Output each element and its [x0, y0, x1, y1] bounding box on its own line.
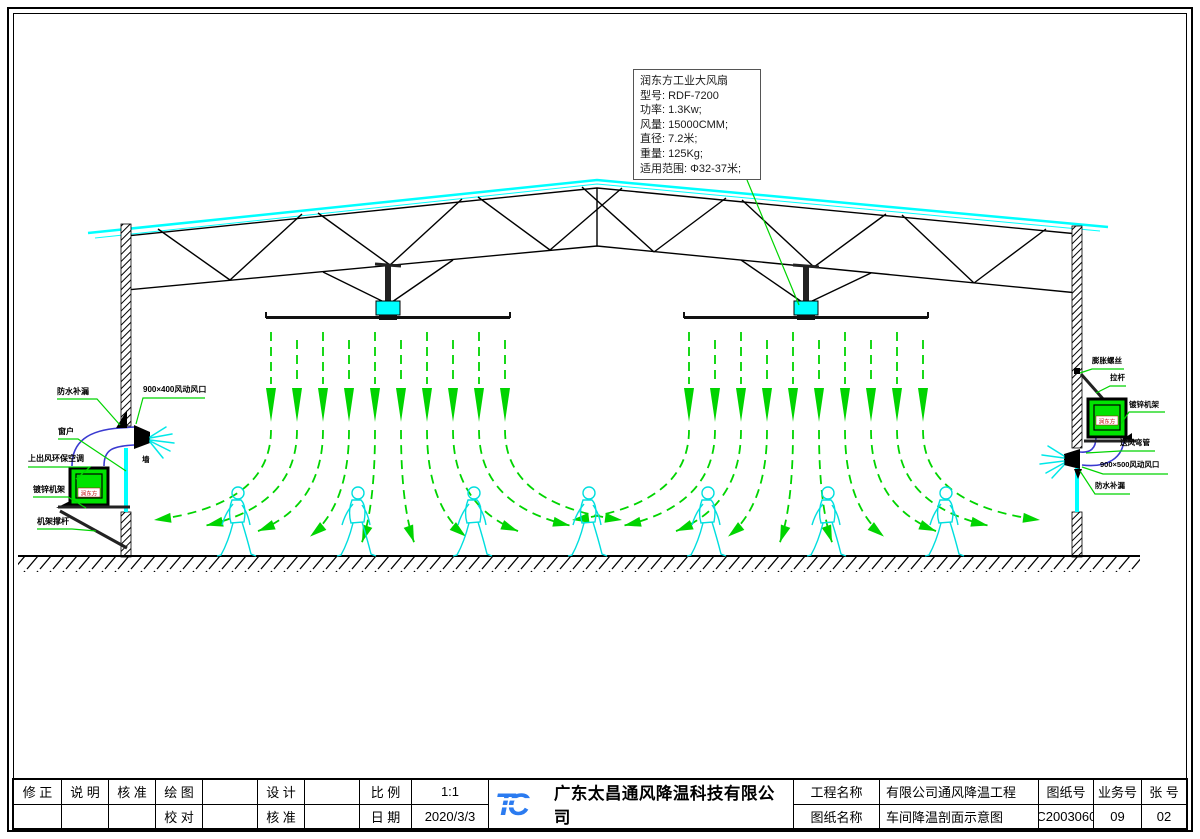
ground — [18, 556, 1140, 572]
tb-sheetno-label: 张 号 — [1142, 780, 1186, 804]
fan-spec-box: 润东方工业大风扇 型号: RDF-7200 功率: 1.3Kw; 风量: 150… — [633, 69, 761, 180]
label-right-outlet: 900×500风动风口 — [1100, 461, 1159, 469]
right-cooler-brand: 润东方 — [1099, 418, 1116, 426]
tb-date-value: 2020/3/3 — [412, 804, 488, 829]
label-right-tie-rod: 拉杆 — [1110, 374, 1125, 382]
spec-line-weight: 重量: 125Kg; — [640, 147, 754, 162]
tb-draw-value — [203, 780, 257, 804]
tb-approve-value — [109, 804, 155, 829]
spec-line-model: 型号: RDF-7200 — [640, 89, 754, 104]
spec-line-range: 适用范围: Φ32-37米; — [640, 162, 754, 177]
roof-truss — [126, 187, 1078, 293]
label-left-window: 窗户 — [58, 428, 74, 436]
label-left-cooler: 上出风环保空调 — [28, 455, 84, 463]
drawing-canvas: 润东方 润东方 — [0, 0, 1200, 839]
label-left-frame: 镀锌机架 — [33, 486, 65, 494]
tb-check-value — [203, 804, 257, 829]
label-right-elbow: 送风弯管 — [1120, 439, 1150, 447]
tb-scale-label: 比 例 — [360, 780, 411, 804]
tb-design-value — [305, 780, 359, 804]
tb-description-value — [62, 804, 108, 829]
tb-businessno-value: 09 — [1094, 804, 1141, 829]
tb-date-label: 日 期 — [360, 804, 411, 829]
spec-line-power: 功率: 1.3Kw; — [640, 103, 754, 118]
tb-check-label: 校 对 — [156, 804, 202, 829]
tb-approve2-value — [305, 804, 359, 829]
tb-approve2-label: 核 准 — [258, 804, 304, 829]
label-right-anchor-bolt: 膨胀螺丝 — [1092, 357, 1122, 365]
company-logo: TC — [495, 786, 548, 822]
title-block: 修 正 说 明 核 准 绘 图 校 对 设 计 核 准 比 例 日 期 1:1 … — [12, 778, 1188, 830]
tb-drawingno-label: 图纸号 — [1039, 780, 1093, 804]
tb-draw-label: 绘 图 — [156, 780, 202, 804]
tb-project-value: 有限公司通风降温工程 — [880, 780, 1038, 804]
left-cooler-brand: 润东方 — [81, 490, 98, 498]
hvls-fan-left — [266, 260, 510, 320]
tb-company-cell: TC 广东太昌通风降温科技有限公司 — [488, 780, 793, 828]
company-name: 广东太昌通风降温科技有限公司 — [554, 780, 787, 828]
tb-approve: 核 准 — [109, 780, 155, 804]
tb-drawingno-value: TC20030601 — [1039, 804, 1093, 829]
spec-title: 润东方工业大风扇 — [640, 74, 754, 89]
people-figures — [217, 487, 964, 556]
tb-drawing-label: 图纸名称 — [794, 804, 879, 829]
leader-lines — [28, 180, 1168, 531]
label-left-wall: 墙 — [142, 456, 150, 464]
tb-revision-value — [14, 804, 61, 829]
tb-description: 说 明 — [62, 780, 108, 804]
label-left-brace: 机架撑杆 — [37, 518, 69, 526]
tb-drawing-value: 车间降温剖面示意图 — [880, 804, 1038, 829]
hvls-fan-right — [684, 260, 928, 320]
tb-design-label: 设 计 — [258, 780, 304, 804]
spec-line-airflow: 风量: 15000CMM; — [640, 118, 754, 133]
drawing-sheet: { "colors":{"flow_green":"#00d400","roof… — [0, 0, 1200, 839]
tb-revision: 修 正 — [14, 780, 61, 804]
spec-line-diameter: 直径: 7.2米; — [640, 132, 754, 147]
label-right-waterproof: 防水补漏 — [1095, 482, 1125, 490]
label-right-frame: 镀锌机架 — [1129, 401, 1159, 409]
tb-scale-value: 1:1 — [412, 780, 488, 804]
tb-sheetno-value: 02 — [1142, 804, 1186, 829]
logo-tc-text: TC — [495, 787, 530, 822]
tb-businessno-label: 业务号 — [1094, 780, 1141, 804]
label-left-outlet: 900×400风动风口 — [143, 386, 206, 394]
label-left-waterproof: 防水补漏 — [57, 388, 89, 396]
tb-project-label: 工程名称 — [794, 780, 879, 804]
